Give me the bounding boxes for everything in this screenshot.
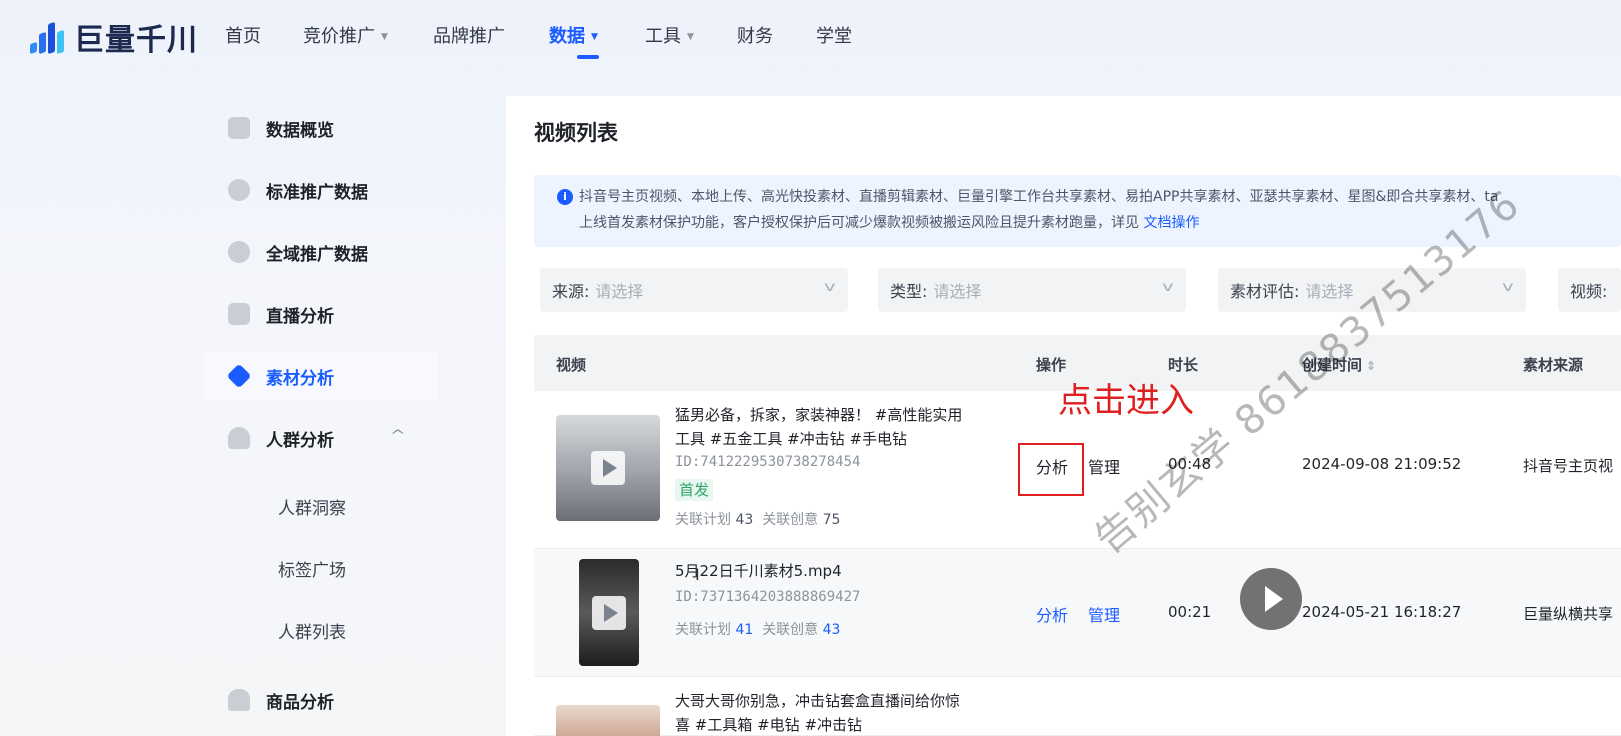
top-navigation: 巨量千川 首页 竞价推广 ▼ 品牌推广 数据 ▼ 工具 ▼ 财务 学堂 — [0, 0, 1621, 74]
caret-down-icon: ▼ — [591, 32, 598, 42]
sidebar-subitem-tag-plaza[interactable]: 标签广场 — [278, 559, 346, 583]
sidebar-item-data-overview[interactable]: 数据概览 — [204, 103, 438, 153]
notice-line-2: 上线首发素材保护功能，客户授权保护后可减少爆款视频被搬运风险且提升素材跑量，详见… — [579, 215, 1200, 231]
bar-chart-icon — [228, 179, 250, 201]
users-icon — [228, 427, 250, 449]
tv-icon — [228, 303, 250, 325]
material-source: 巨量纵横共享 — [1523, 605, 1614, 623]
annotation-highlight-box — [1018, 443, 1084, 496]
col-video: 视频 — [556, 356, 587, 374]
play-icon — [591, 451, 625, 485]
video-thumbnail[interactable] — [556, 705, 660, 736]
caret-down-icon: ▼ — [687, 32, 694, 42]
sidebar-item-global-promo[interactable]: 全域推广数据 — [204, 227, 438, 277]
chevron-up-icon: ^ — [389, 428, 407, 444]
video-play-icon[interactable] — [1240, 568, 1302, 630]
source-filter[interactable]: 来源: 请选择 v — [540, 268, 848, 312]
brand-logo-icon — [26, 19, 68, 55]
video-title[interactable]: 5月22日千川素材5.mp4 — [675, 559, 842, 583]
nav-item-finance[interactable]: 财务 — [737, 25, 773, 49]
col-duration: 时长 — [1168, 356, 1199, 374]
chart-bar-icon — [228, 117, 250, 139]
video-filter[interactable]: 视频: — [1558, 268, 1621, 312]
created-time: 2024-05-21 16:18:27 — [1302, 603, 1462, 621]
info-icon: i — [557, 189, 573, 205]
sidebar-subitem-audience-insight[interactable]: 人群洞察 — [278, 497, 346, 521]
caret-down-icon: ▼ — [381, 32, 388, 42]
chevron-down-icon: v — [1162, 280, 1174, 295]
sort-icon[interactable]: ⇕ — [1366, 359, 1376, 373]
col-ops: 操作 — [1036, 356, 1067, 374]
chevron-down-icon: v — [1502, 280, 1514, 295]
sidebar-item-live-analysis[interactable]: 直播分析 — [204, 289, 438, 339]
brand-name: 巨量千川 — [74, 23, 198, 58]
first-release-badge: 首发 — [675, 479, 714, 501]
page-title: 视频列表 — [534, 121, 618, 145]
type-filter[interactable]: 类型: 请选择 v — [878, 268, 1186, 312]
layers-icon — [226, 363, 252, 389]
manage-button[interactable]: 管理 — [1088, 454, 1120, 478]
sidebar-subitem-audience-list[interactable]: 人群列表 — [278, 621, 346, 645]
table-row: 大哥大哥你别急，冲击钻套盒直播间给你惊 喜 #工具箱 #电钻 #冲击钻 — [534, 677, 1621, 736]
text-cursor-icon: I — [695, 565, 700, 584]
brand-logo[interactable]: 巨量千川 — [26, 18, 198, 58]
sidebar-item-standard-promo[interactable]: 标准推广数据 — [204, 165, 438, 215]
nav-item-bidding[interactable]: 竞价推广 ▼ — [303, 25, 388, 49]
duration: 00:21 — [1168, 603, 1212, 621]
manage-button[interactable]: 管理 — [1088, 602, 1120, 626]
doc-link[interactable]: 文档操作 — [1143, 215, 1199, 231]
sidebar-item-audience-analysis[interactable]: 人群分析 ^ — [204, 413, 438, 463]
video-title[interactable]: 猛男必备，拆家，家装神器！ #高性能实用 工具 #五金工具 #冲击钻 #手电钻 — [675, 403, 975, 451]
created-time: 2024-09-08 21:09:52 — [1302, 455, 1462, 473]
col-source: 素材来源 — [1523, 356, 1584, 374]
chevron-down-icon: v — [824, 280, 836, 295]
nav-item-academy[interactable]: 学堂 — [816, 25, 852, 49]
related-counts: 关联计划 41 关联创意 43 — [675, 622, 841, 638]
bag-icon — [228, 689, 250, 711]
sidebar-item-product-analysis[interactable]: 商品分析 — [204, 675, 438, 725]
check-circle-icon — [228, 241, 250, 263]
video-id: ID:7371364203888869427 — [675, 589, 861, 605]
nav-active-indicator — [577, 55, 599, 59]
nav-item-tools[interactable]: 工具 ▼ — [645, 25, 694, 49]
nav-item-data[interactable]: 数据 ▼ — [549, 25, 598, 49]
related-counts: 关联计划 43 关联创意 75 — [675, 512, 841, 528]
video-thumbnail[interactable] — [556, 415, 660, 521]
video-title[interactable]: 大哥大哥你别急，冲击钻套盒直播间给你惊 喜 #工具箱 #电钻 #冲击钻 — [675, 689, 995, 736]
video-id: ID:7412229530738278454 — [675, 454, 861, 470]
annotation-callout: 点击进入 — [1058, 381, 1194, 421]
video-thumbnail[interactable] — [579, 559, 639, 666]
notice-line-1: 抖音号主页视频、本地上传、高光快投素材、直播剪辑素材、巨量引擎工作台共享素材、易… — [579, 189, 1499, 205]
nav-item-brand[interactable]: 品牌推广 — [433, 25, 505, 49]
material-source: 抖音号主页视 — [1523, 457, 1614, 475]
analyze-button[interactable]: 分析 — [1036, 602, 1068, 626]
sidebar-item-material-analysis[interactable]: 素材分析 — [204, 351, 438, 401]
nav-item-home[interactable]: 首页 — [225, 25, 261, 49]
play-icon — [592, 595, 626, 630]
